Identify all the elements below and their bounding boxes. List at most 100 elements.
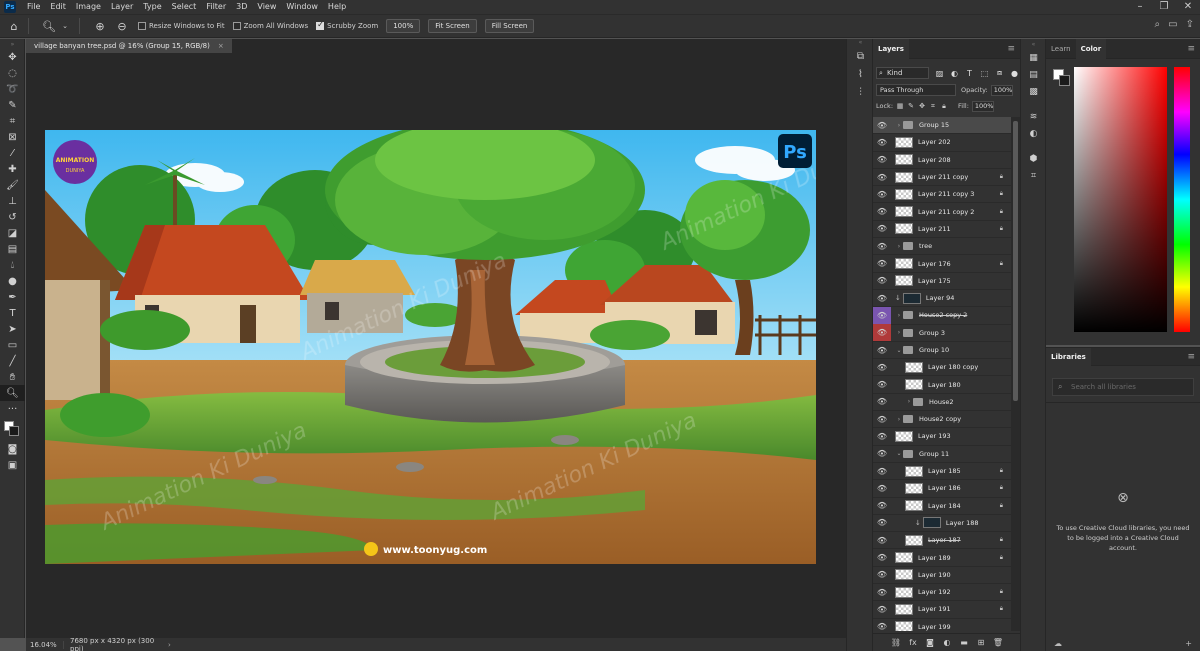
adjustments-panel-icon[interactable]: ◐ — [1021, 125, 1046, 142]
visibility-eye-icon[interactable]: 👁︎ — [873, 290, 891, 307]
adjustment-filter-icon[interactable]: ◐ — [949, 68, 960, 79]
brush-tool-icon[interactable]: 🖌︎ — [0, 177, 25, 193]
line-tool-icon[interactable]: ╱ — [0, 353, 25, 369]
layer-name[interactable]: Layer 191 — [918, 605, 951, 613]
layer-row[interactable]: 👁︎ Layer 185 🔒︎ — [873, 463, 1011, 481]
libraries-search-input[interactable]: Search all libraries — [1052, 378, 1194, 396]
layer-row[interactable]: 👁︎ Layer 202 — [873, 134, 1011, 152]
layer-row[interactable]: 👁︎ Layer 190 — [873, 567, 1011, 585]
layer-group-row[interactable]: 👁︎ › tree — [873, 238, 1011, 256]
lock-transparent-icon[interactable]: ▦ — [896, 102, 904, 111]
fill-screen-button[interactable]: Fill Screen — [484, 19, 535, 33]
visibility-eye-icon[interactable]: 👁︎ — [873, 376, 891, 393]
marquee-tool-icon[interactable]: ◌ — [0, 65, 25, 81]
layer-thumbnail[interactable] — [902, 292, 921, 304]
visibility-eye-icon[interactable]: 👁︎ — [873, 117, 891, 134]
layer-thumbnail[interactable] — [905, 465, 923, 477]
visibility-eye-icon[interactable]: 👁︎ — [873, 584, 891, 601]
layer-row[interactable]: 👁︎ Layer 192 🔒︎ — [873, 584, 1011, 602]
layer-row[interactable]: 👁︎ Layer 211 copy 🔒︎ — [873, 169, 1011, 187]
eyedropper-tool-icon[interactable]: ⁄ — [0, 145, 25, 161]
visibility-eye-icon[interactable]: 👁︎ — [873, 342, 891, 359]
menu-help[interactable]: Help — [323, 0, 351, 14]
layer-thumbnail[interactable] — [895, 603, 913, 615]
workspace-icon[interactable]: ▭ — [1168, 19, 1177, 30]
checkbox-box[interactable] — [138, 22, 146, 30]
layer-thumbnail[interactable] — [895, 430, 913, 442]
layer-thumbnail[interactable] — [895, 223, 913, 235]
visibility-eye-icon[interactable]: 👁︎ — [873, 203, 891, 220]
layer-thumbnail[interactable] — [895, 275, 913, 287]
lock-paint-icon[interactable]: ✎ — [907, 102, 915, 111]
layer-group-row[interactable]: 👁︎ › House2 — [873, 393, 1011, 412]
delete-layer-icon[interactable]: 🗑︎ — [993, 638, 1004, 647]
rectangle-tool-icon[interactable]: ▭ — [0, 337, 25, 353]
channels-panel-icon[interactable]: ≋ — [1021, 108, 1046, 125]
background-color-swatch[interactable] — [1059, 75, 1070, 86]
smart-object-filter-icon[interactable]: ⧈ — [994, 68, 1005, 79]
frame-tool-icon[interactable]: ⊠ — [0, 129, 25, 145]
visibility-eye-icon[interactable]: 👁︎ — [873, 463, 891, 480]
zoom-out-icon[interactable]: ⊖ — [114, 18, 130, 34]
zoom-tool-icon[interactable]: 🔍︎ — [0, 385, 25, 401]
path-select-tool-icon[interactable]: ➤ — [0, 321, 25, 337]
document-tab[interactable]: village banyan tree.psd @ 16% (Group 15,… — [26, 39, 232, 53]
layer-row[interactable]: 👁︎ Layer 186 🔒︎ — [873, 480, 1011, 498]
layer-row[interactable]: 👁︎ Layer 184 🔒︎ — [873, 498, 1011, 515]
visibility-eye-icon[interactable]: 👁︎ — [873, 220, 891, 237]
layer-name[interactable]: Layer 186 — [928, 484, 961, 492]
search-icon[interactable]: ⌕ — [1155, 19, 1161, 30]
visibility-eye-icon[interactable]: 👁︎ — [873, 393, 891, 410]
zoom-in-icon[interactable]: ⊕ — [92, 18, 108, 34]
scrollbar-thumb[interactable] — [1013, 121, 1018, 401]
chevron-right-icon[interactable]: › — [895, 243, 903, 250]
shape-filter-icon[interactable]: ⬚ — [979, 68, 990, 79]
layer-group-row[interactable]: 👁︎ › Group 3 — [873, 324, 1011, 342]
visibility-eye-icon[interactable]: 👁︎ — [873, 428, 891, 445]
hue-slider[interactable] — [1174, 67, 1190, 332]
zoom-all-windows-checkbox[interactable]: Zoom All Windows — [232, 22, 308, 30]
artwork-canvas[interactable]: Animation Ki Duniya Animation Ki Duniya … — [45, 130, 816, 564]
resize-windows-checkbox[interactable]: Resize Windows to Fit — [138, 22, 225, 30]
layer-name[interactable]: Layer 94 — [926, 294, 954, 302]
more-tools-icon[interactable]: ··· — [0, 401, 25, 417]
new-layer-icon[interactable]: ⊞ — [976, 638, 987, 647]
restore-button[interactable]: ❐ — [1152, 0, 1176, 14]
layer-thumbnail[interactable] — [895, 206, 913, 218]
visibility-eye-icon[interactable]: 👁︎ — [873, 514, 891, 531]
layer-row[interactable]: 👁︎ Layer 180 — [873, 376, 1011, 394]
layer-row[interactable]: 👁︎ Layer 211 🔒︎ — [873, 220, 1011, 239]
visibility-eye-icon[interactable]: 👁︎ — [873, 497, 891, 514]
quick-select-tool-icon[interactable]: ✎ — [0, 97, 25, 113]
filter-toggle-icon[interactable]: ● — [1009, 68, 1020, 79]
screen-mode-icon[interactable]: ▣ — [0, 457, 25, 473]
opacity-input[interactable]: 100% — [990, 84, 1013, 96]
layer-name[interactable]: House2 copy — [919, 415, 961, 423]
hand-tool-icon[interactable]: ✋︎ — [0, 369, 25, 385]
layer-thumbnail[interactable] — [895, 171, 913, 183]
pixel-filter-icon[interactable]: ▨ — [934, 68, 945, 79]
close-button[interactable]: ✕ — [1176, 0, 1200, 14]
close-tab-icon[interactable]: × — [218, 42, 224, 50]
tab-learn[interactable]: Learn — [1046, 39, 1076, 59]
layer-name[interactable]: Layer 184 — [928, 502, 961, 510]
minimize-button[interactable]: – — [1128, 0, 1152, 14]
layer-kind-filter[interactable]: Kind — [876, 67, 929, 79]
menu-select[interactable]: Select — [167, 0, 202, 14]
move-tool-icon[interactable]: ✥ — [0, 49, 25, 65]
layer-name[interactable]: Layer 187 — [928, 536, 961, 544]
visibility-eye-icon[interactable]: 👁︎ — [873, 601, 891, 618]
visibility-eye-icon[interactable]: 👁︎ — [873, 169, 891, 186]
visibility-eye-icon[interactable]: 👁︎ — [873, 272, 891, 289]
cloud-sync-icon[interactable]: ☁ — [1054, 639, 1062, 648]
layer-name[interactable]: Group 15 — [919, 121, 949, 129]
chevron-down-icon[interactable]: ⌄ — [895, 450, 903, 457]
chevron-right-icon[interactable]: › — [895, 416, 903, 423]
background-color-swatch[interactable] — [9, 426, 19, 436]
pen-tool-icon[interactable]: ✒︎ — [0, 289, 25, 305]
menu-image[interactable]: Image — [71, 0, 106, 14]
layer-row[interactable]: 👁︎ ↓ Layer 188 — [873, 514, 1011, 533]
lock-position-icon[interactable]: ✥ — [918, 102, 926, 111]
layer-group-row[interactable]: 👁︎ ⌄ Group 10 — [873, 342, 1011, 360]
color-swatches[interactable] — [0, 417, 24, 441]
